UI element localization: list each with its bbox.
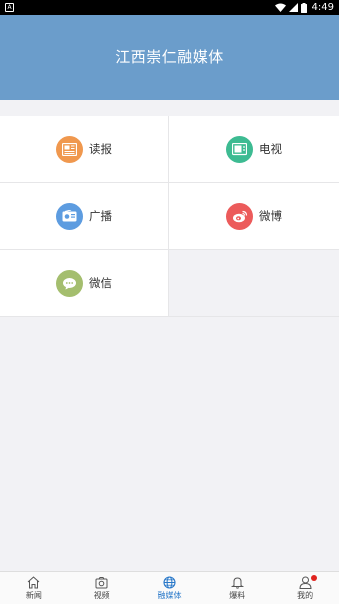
nav-item-mine[interactable]: 我的 [271,572,339,604]
bottom-nav: 新闻 视频 融媒体 爆料 我的 [0,571,339,604]
nav-label: 我的 [297,590,314,600]
weibo-icon [226,202,253,230]
nav-label: 爆料 [229,590,246,600]
globe-icon [163,575,176,589]
camera-icon [95,576,108,588]
nav-item-news[interactable]: 新闻 [0,572,68,604]
grid-item-radio[interactable]: 广播 [0,183,169,250]
nav-label: 融媒体 [157,590,182,600]
bell-icon [230,576,244,589]
grid-item-weibo[interactable]: 微博 [169,183,339,250]
grid-item-label: 电视 [259,142,282,156]
page-title: 江西崇仁融媒体 [115,48,224,66]
wifi-icon [274,3,286,12]
wechat-icon [56,269,83,297]
grid-item-label: 微博 [259,209,282,223]
tv-icon [226,135,253,163]
grid-item-label: 读报 [89,142,112,156]
grid-item-label: 微信 [89,276,112,290]
grid-item-newspaper[interactable]: 读报 [0,116,169,183]
grid-item-tv[interactable]: 电视 [169,116,339,183]
person-icon [299,576,312,589]
nav-label: 视频 [93,590,110,600]
a-notification-icon: A [5,3,14,12]
newspaper-icon [56,135,83,163]
grid-empty-cell [169,250,339,317]
notification-badge [311,575,318,581]
nav-item-video[interactable]: 视频 [68,572,136,604]
radio-icon [56,202,83,230]
status-time: 4:49 [311,2,334,13]
media-grid: 读报 电视 广播 微博 微信 [0,116,339,317]
status-right: 4:49 [274,2,334,13]
nav-item-tipoff[interactable]: 爆料 [203,572,271,604]
nav-label: 新闻 [25,590,42,600]
home-icon [28,575,40,588]
grid-item-label: 广播 [89,209,112,223]
status-left: A [5,3,14,12]
battery-icon [300,2,307,13]
app-header: 江西崇仁融媒体 [0,15,339,100]
status-bar: A 4:49 [0,0,339,15]
nav-item-media[interactable]: 融媒体 [136,572,204,604]
grid-item-wechat[interactable]: 微信 [0,250,169,317]
signal-icon [288,3,298,12]
